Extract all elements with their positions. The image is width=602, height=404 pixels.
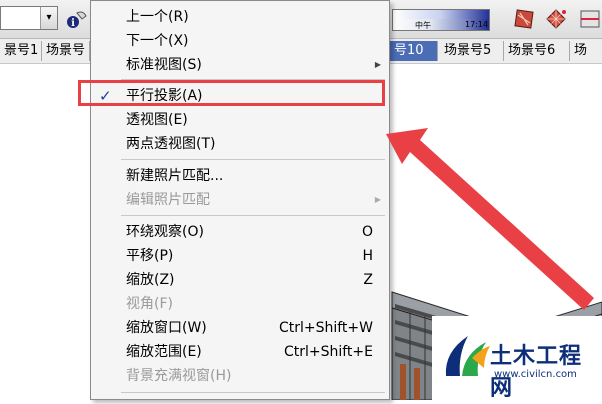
menu-item-orbit[interactable]: 环绕观察(O) O: [91, 220, 389, 244]
civilcn-logo-icon: [445, 336, 490, 376]
menu-item-edit-photo-match[interactable]: 编辑照片匹配 ▶: [91, 188, 389, 212]
info-icon[interactable]: i: [64, 7, 88, 31]
layer-combo[interactable]: ▾: [0, 6, 58, 30]
menu-separator: [121, 215, 385, 216]
menu-item-zoom[interactable]: 缩放(Z) Z: [91, 268, 389, 292]
menu-item-zoom-window[interactable]: 缩放窗口(W) Ctrl+Shift+W: [91, 316, 389, 340]
annotation-arrow: [386, 128, 594, 310]
tab-scene-6[interactable]: 场景号6: [504, 41, 570, 61]
shadow-gradient: [393, 10, 489, 19]
menu-item-perspective[interactable]: 透视图(E): [91, 108, 389, 132]
menu-item-two-point-perspective[interactable]: 两点透视图(T): [91, 132, 389, 156]
menu-item-zoom-to-photo[interactable]: 背景充满视窗(H): [91, 364, 389, 388]
annotation-highlight-box: [78, 80, 385, 106]
camera-menu: 上一个(R) 下一个(X) 标准视图(S) ▶ ✓ 平行投影(A) 透视图(E)…: [90, 0, 390, 400]
chevron-down-icon[interactable]: ▾: [40, 7, 57, 29]
menu-item-previous[interactable]: 上一个(R): [91, 5, 389, 29]
watermark: 土木工程网 www.civilcn.com: [432, 316, 602, 401]
menu-item-zoom-extents[interactable]: 缩放范围(E) Ctrl+Shift+E: [91, 340, 389, 364]
menu-item-field-of-view[interactable]: 视角(F): [91, 292, 389, 316]
tab-scene[interactable]: 场景号: [42, 41, 90, 61]
section-plane-icon[interactable]: [512, 7, 536, 31]
shadow-time-slider[interactable]: 中午 17:14: [392, 9, 490, 31]
tab-scene-1[interactable]: 景号1: [0, 41, 42, 61]
svg-text:i: i: [71, 18, 75, 29]
submenu-arrow-icon: ▶: [374, 60, 381, 69]
tab-scene-partial[interactable]: 场: [570, 41, 602, 61]
menu-item-new-photo-match[interactable]: 新建照片匹配...: [91, 164, 389, 188]
section-display-icon[interactable]: [578, 7, 602, 31]
menu-item-standard-views[interactable]: 标准视图(S) ▶: [91, 53, 389, 77]
sunset-time-label: 17:14: [465, 20, 489, 29]
menu-item-next[interactable]: 下一个(X): [91, 29, 389, 53]
menu-separator: [121, 392, 385, 393]
menu-item-pan[interactable]: 平移(P) H: [91, 244, 389, 268]
section-grid-icon[interactable]: [544, 7, 568, 31]
watermark-url: www.civilcn.com: [494, 369, 577, 380]
tab-scene-5[interactable]: 场景号5: [440, 41, 504, 61]
tab-scene-10[interactable]: 号10: [390, 41, 438, 61]
noon-label: 中午: [415, 21, 431, 30]
menu-separator: [121, 159, 385, 160]
